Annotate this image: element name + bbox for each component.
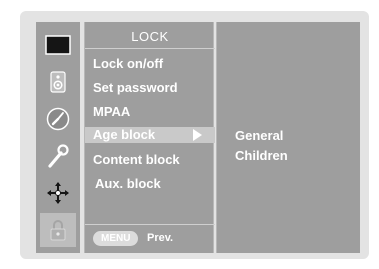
submenu-item-children[interactable]: Children <box>235 148 288 163</box>
lock-icon-slot[interactable] <box>40 213 76 247</box>
menu-item-age-block[interactable]: Age block <box>85 127 215 143</box>
speaker-icon-slot[interactable] <box>40 65 76 99</box>
menu-item-content-block[interactable]: Content block <box>93 152 180 167</box>
menu-title: LOCK <box>131 29 169 44</box>
screen-icon <box>45 35 71 55</box>
menu-item-set-password[interactable]: Set password <box>93 80 178 95</box>
lock-icon <box>50 220 66 241</box>
clock-icon-slot[interactable] <box>40 102 76 136</box>
footer-divider <box>85 224 215 225</box>
category-icon-column <box>36 22 80 253</box>
menu-item-lock-on-off[interactable]: Lock on/off <box>93 56 163 71</box>
directional-icon-slot[interactable] <box>40 176 76 210</box>
speaker-icon <box>50 71 66 93</box>
title-divider <box>85 48 215 49</box>
submenu-panel: General Children <box>216 22 360 253</box>
directional-icon <box>47 182 69 204</box>
clock-icon <box>46 107 70 131</box>
prev-label: Prev. <box>147 232 174 244</box>
wrench-icon-slot[interactable] <box>40 139 76 173</box>
arrow-right-icon <box>193 129 202 141</box>
menu-item-age-block-label: Age block <box>93 127 156 142</box>
menu-item-aux-block[interactable]: Aux. block <box>95 176 161 191</box>
wrench-icon <box>48 144 69 168</box>
menu-button[interactable]: MENU <box>93 231 139 246</box>
screen-icon-slot[interactable] <box>40 28 76 62</box>
lock-menu: LOCK Lock on/off Set password MPAA Age b… <box>84 22 215 253</box>
menu-item-mpaa[interactable]: MPAA <box>93 104 130 119</box>
submenu-item-general[interactable]: General <box>235 128 283 143</box>
